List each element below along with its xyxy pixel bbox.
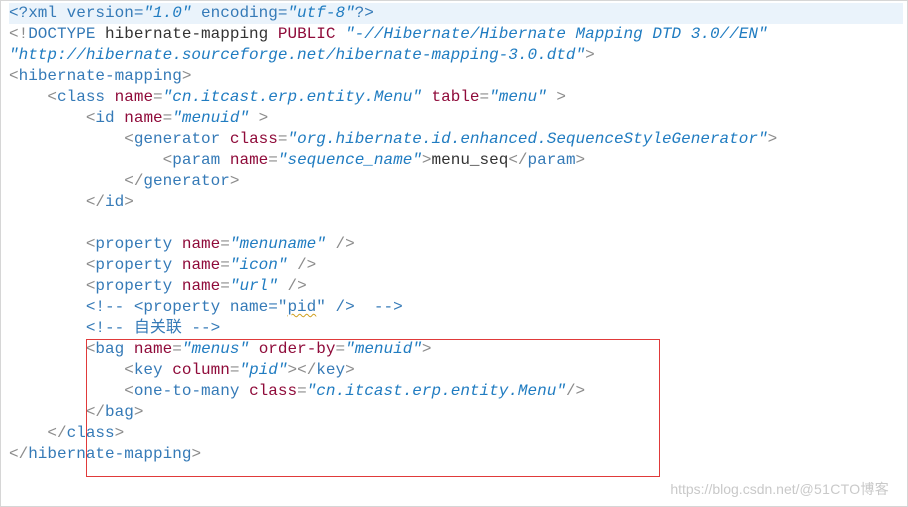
code-line[interactable]: <!-- 自关联 --> [9,318,903,339]
code-line[interactable]: <?xml version="1.0" encoding="utf-8"?> [9,3,903,24]
tag-id: id [95,109,114,127]
tag-bag: bag [95,340,124,358]
code-line[interactable]: <one-to-many class="cn.itcast.erp.entity… [9,381,903,402]
tag-one-to-many: one-to-many [134,382,240,400]
tag-key: key [134,361,163,379]
code-line[interactable]: <key column="pid"></key> [9,360,903,381]
tag-param: param [172,151,220,169]
xml-decl-close: ?> [355,4,374,22]
code-line[interactable]: <!-- <property name="pid" /> --> [9,297,903,318]
code-line[interactable]: <property name="menuname" /> [9,234,903,255]
xml-comment: <!-- <property name= [86,298,278,316]
tag-hibernate-mapping: hibernate-mapping [19,67,182,85]
code-line[interactable]: <hibernate-mapping> [9,66,903,87]
code-line[interactable]: "http://hibernate.sourceforge.net/hibern… [9,45,903,66]
tag-property: property [95,235,172,253]
code-line[interactable]: </id> [9,192,903,213]
code-line-blank[interactable] [9,213,903,234]
doctype-keyword: DOCTYPE [28,25,95,43]
code-line[interactable]: <generator class="org.hibernate.id.enhan… [9,129,903,150]
code-line[interactable]: </class> [9,423,903,444]
code-line[interactable]: <param name="sequence_name">menu_seq</pa… [9,150,903,171]
xml-decl-open: <? [9,4,28,22]
code-line[interactable]: </generator> [9,171,903,192]
code-line[interactable]: </hibernate-mapping> [9,444,903,465]
code-line[interactable]: <class name="cn.itcast.erp.entity.Menu" … [9,87,903,108]
code-line[interactable]: </bag> [9,402,903,423]
warning-pid: pid [287,298,316,316]
code-line[interactable]: <id name="menuid" > [9,108,903,129]
code-line[interactable]: <property name="icon" /> [9,255,903,276]
xml-comment: <!-- 自关联 --> [86,319,220,337]
code-line[interactable]: <property name="url" /> [9,276,903,297]
tag-generator: generator [134,130,220,148]
code-editor[interactable]: <?xml version="1.0" encoding="utf-8"?> <… [0,0,908,507]
xml-decl-attrs: xml version= [28,4,143,22]
code-line[interactable]: <!DOCTYPE hibernate-mapping PUBLIC "-//H… [9,24,903,45]
watermark: https://blog.csdn.net/@51CTO博客 [670,479,889,500]
tag-class: class [57,88,105,106]
text-menu-seq: menu_seq [432,151,509,169]
code-line[interactable]: <bag name="menus" order-by="menuid"> [9,339,903,360]
